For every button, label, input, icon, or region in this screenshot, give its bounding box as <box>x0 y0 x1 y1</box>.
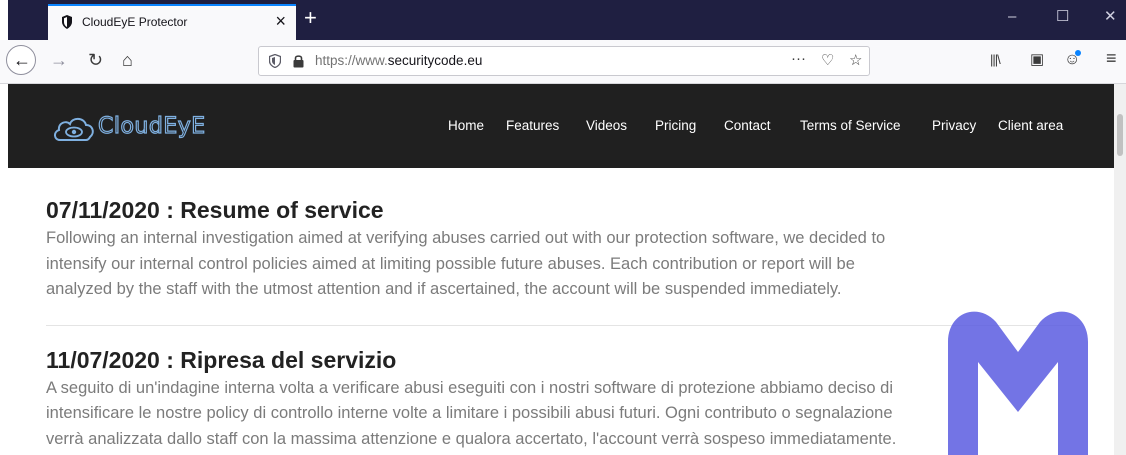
post-line: intensificare le nostre policy di contro… <box>46 404 893 422</box>
logo-text: CloudEyE <box>97 113 206 139</box>
tracking-protection-shield-icon[interactable] <box>269 54 281 68</box>
browser-tab-active[interactable]: CloudEyE Protector × <box>48 4 296 40</box>
nav-contact[interactable]: Contact <box>724 118 771 133</box>
url-bar[interactable]: https://www.securitycode.eu ··· ♡ ☆ <box>258 46 870 76</box>
home-button[interactable]: ⌂ <box>122 49 133 71</box>
post-line: verrà analizzata dallo staff con la mass… <box>46 429 897 448</box>
reload-button[interactable]: ↻ <box>88 49 103 71</box>
tab-close-icon[interactable]: × <box>275 11 286 31</box>
page-actions-icon[interactable]: ··· <box>791 50 806 67</box>
nav-pricing[interactable]: Pricing <box>655 118 696 133</box>
post-title: 07/11/2020 : Resume of service <box>46 197 384 223</box>
account-notification-dot <box>1075 50 1081 56</box>
lock-icon[interactable] <box>293 54 304 68</box>
new-tab-button[interactable]: + <box>304 6 317 30</box>
nav-videos[interactable]: Videos <box>586 118 627 133</box>
back-button[interactable]: ← <box>6 45 36 75</box>
menu-icon[interactable]: ≡ <box>1106 48 1117 68</box>
post-line: Following an internal investigation aime… <box>46 229 886 247</box>
nav-features[interactable]: Features <box>506 118 559 133</box>
post-line: intensify our internal control policies … <box>46 254 855 273</box>
forward-button[interactable]: → <box>50 49 68 71</box>
navigation-toolbar: ← → ↻ ⌂ https://www.securitycode.eu ··· … <box>0 40 1126 84</box>
watermark-logo <box>948 311 1088 455</box>
nav-privacy[interactable]: Privacy <box>932 118 976 133</box>
pocket-icon[interactable]: ♡ <box>821 51 834 69</box>
maximize-button[interactable]: ☐ <box>1056 8 1069 26</box>
bookmark-star-icon[interactable]: ☆ <box>849 51 862 69</box>
cloud-eye-logo-icon <box>54 117 94 141</box>
nav-home[interactable]: Home <box>448 118 484 133</box>
post-line: A seguito di un'indagine interna volta a… <box>46 378 893 397</box>
nav-client-area[interactable]: Client area <box>998 118 1063 133</box>
sidebar-icon[interactable]: ▣ <box>1030 50 1044 70</box>
post-line: analyzed by the staff with the utmost at… <box>46 280 842 298</box>
tab-title: CloudEyE Protector <box>82 15 188 29</box>
shield-icon <box>62 15 72 29</box>
site-header: CloudEyE Home Features Videos Pricing Co… <box>8 84 1114 168</box>
url-text: https://www.securitycode.eu <box>315 53 483 68</box>
library-icon[interactable]: |||\ <box>990 50 1001 70</box>
back-arrow-icon: ← <box>13 50 31 70</box>
browser-tab-strip: CloudEyE Protector × + – ☐ ✕ <box>0 0 1126 40</box>
site-logo[interactable]: CloudEyE <box>52 112 227 144</box>
close-window-button[interactable]: ✕ <box>1104 8 1117 26</box>
minimize-button[interactable]: – <box>1008 8 1016 26</box>
scrollbar-thumb[interactable] <box>1117 114 1123 156</box>
nav-terms-of-service[interactable]: Terms of Service <box>800 118 901 133</box>
window-edge <box>0 0 8 40</box>
